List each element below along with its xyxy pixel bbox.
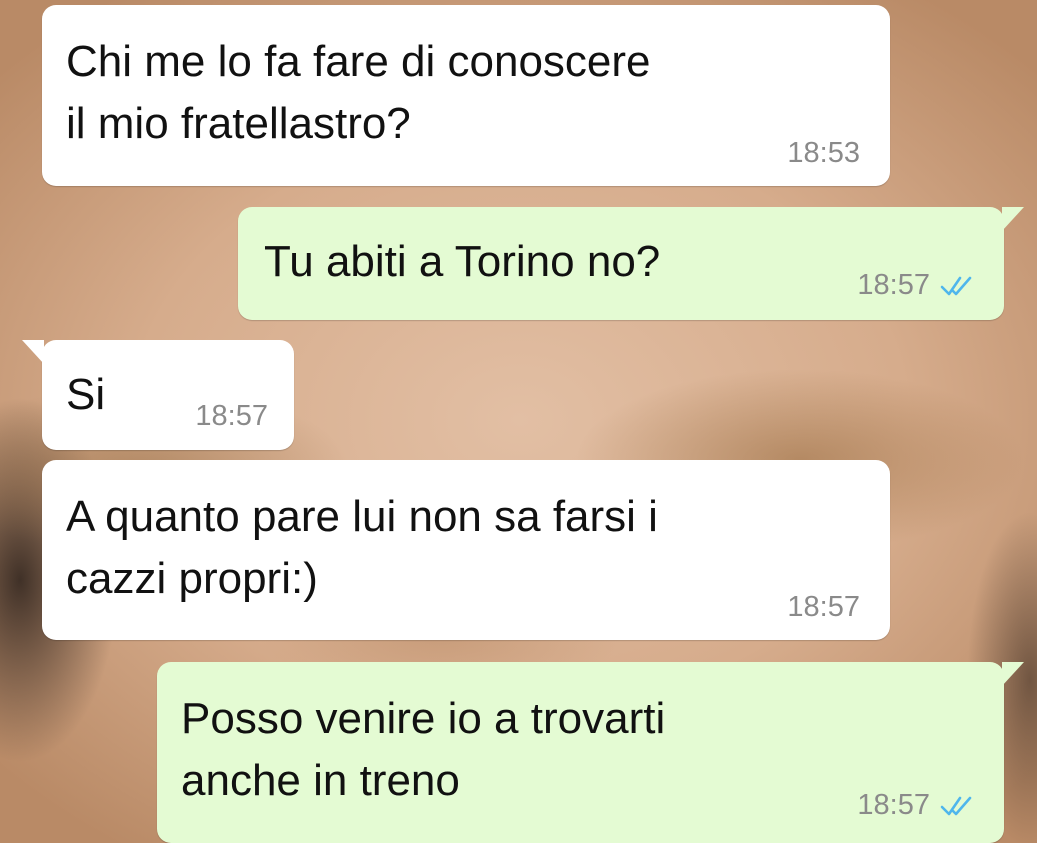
message-bubble-outgoing[interactable]: Posso venire io a trovarti anche in tren… bbox=[157, 662, 1024, 843]
message-timestamp: 18:57 bbox=[857, 269, 930, 301]
message-timestamp: 18:57 bbox=[195, 400, 268, 432]
message-bubble-outgoing[interactable]: Tu abiti a Torino no? 18:57 bbox=[238, 207, 1024, 320]
double-check-read-icon bbox=[940, 276, 972, 295]
message-bubble-incoming[interactable]: A quanto pare lui non sa farsi i cazzi p… bbox=[42, 460, 890, 640]
message-text: Chi me lo fa fare di conoscere il mio fr… bbox=[66, 37, 651, 148]
message-timestamp: 18:57 bbox=[857, 789, 930, 821]
message-bubble-incoming[interactable]: Chi me lo fa fare di conoscere il mio fr… bbox=[42, 5, 890, 186]
message-timestamp: 18:57 bbox=[787, 591, 860, 623]
message-meta: 18:53 bbox=[787, 137, 860, 170]
message-meta: 18:57 bbox=[787, 591, 860, 624]
message-text: A quanto pare lui non sa farsi i cazzi p… bbox=[66, 492, 658, 603]
message-timestamp: 18:53 bbox=[787, 137, 860, 169]
message-meta: 18:57 bbox=[857, 789, 976, 822]
message-bubble-incoming[interactable]: Si 18:57 bbox=[22, 340, 294, 450]
message-meta: 18:57 bbox=[195, 400, 268, 433]
message-text: Si bbox=[66, 370, 106, 419]
message-meta: 18:57 bbox=[857, 269, 976, 302]
message-text: Tu abiti a Torino no? bbox=[264, 237, 661, 286]
message-text: Posso venire io a trovarti anche in tren… bbox=[181, 694, 666, 805]
double-check-read-icon bbox=[940, 796, 972, 815]
